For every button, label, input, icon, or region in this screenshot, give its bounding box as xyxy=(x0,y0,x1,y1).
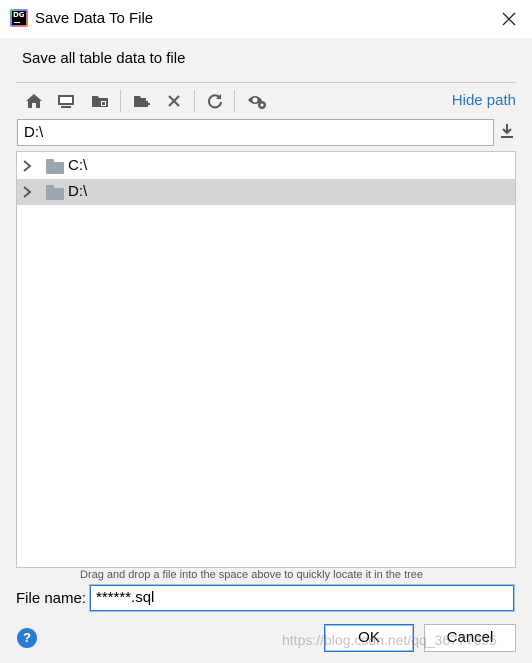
toolbar-separator xyxy=(234,90,235,112)
file-name-input[interactable]: ******.sql xyxy=(90,585,514,611)
tree-item-label: D:\ xyxy=(68,183,88,200)
delete-button[interactable] xyxy=(162,89,186,113)
delete-icon xyxy=(168,95,180,107)
drag-drop-hint: Drag and drop a file into the space abov… xyxy=(80,569,424,581)
drive-folder-icon xyxy=(46,159,64,174)
chevron-right-icon[interactable] xyxy=(22,157,36,175)
download-button[interactable] xyxy=(498,122,516,142)
new-folder-button[interactable] xyxy=(130,89,154,113)
close-icon xyxy=(502,12,516,26)
home-icon xyxy=(26,94,42,108)
tree-item-label: C:\ xyxy=(68,157,88,174)
divider xyxy=(16,82,516,83)
show-hidden-button[interactable] xyxy=(245,89,269,113)
new-folder-icon xyxy=(134,96,150,107)
title-bar: DG Save Data To File xyxy=(0,0,532,38)
desktop-icon xyxy=(58,95,74,108)
tree-item-c-drive[interactable]: C:\ xyxy=(17,153,515,179)
refresh-button[interactable] xyxy=(203,89,227,113)
path-field[interactable]: D:\ xyxy=(17,119,494,146)
desktop-button[interactable] xyxy=(54,89,78,113)
home-button[interactable] xyxy=(22,89,46,113)
project-folder-button[interactable] xyxy=(88,89,112,113)
chevron-right-icon[interactable] xyxy=(22,183,36,201)
project-folder-icon xyxy=(92,96,108,107)
close-button[interactable] xyxy=(486,0,532,38)
question-mark-icon: ? xyxy=(23,630,31,645)
file-name-label: File name: xyxy=(16,590,87,607)
file-tree[interactable]: C:\ D:\ xyxy=(16,151,516,568)
cancel-button[interactable]: Cancel xyxy=(424,624,516,652)
show-hidden-icon xyxy=(248,96,266,109)
datagrip-app-icon: DG xyxy=(10,9,28,27)
drive-folder-icon xyxy=(46,185,64,200)
dialog-subtitle: Save all table data to file xyxy=(22,50,186,67)
toolbar-separator xyxy=(120,90,121,112)
app-icon-text: DG xyxy=(13,11,25,19)
help-button[interactable]: ? xyxy=(17,628,37,648)
toolbar xyxy=(20,89,280,113)
toolbar-separator xyxy=(194,90,195,112)
refresh-icon xyxy=(208,94,222,109)
download-icon xyxy=(501,124,513,138)
hide-path-link[interactable]: Hide path xyxy=(452,92,516,109)
ok-button[interactable]: OK xyxy=(324,624,414,652)
tree-item-d-drive[interactable]: D:\ xyxy=(17,179,515,205)
window-title: Save Data To File xyxy=(35,10,154,27)
